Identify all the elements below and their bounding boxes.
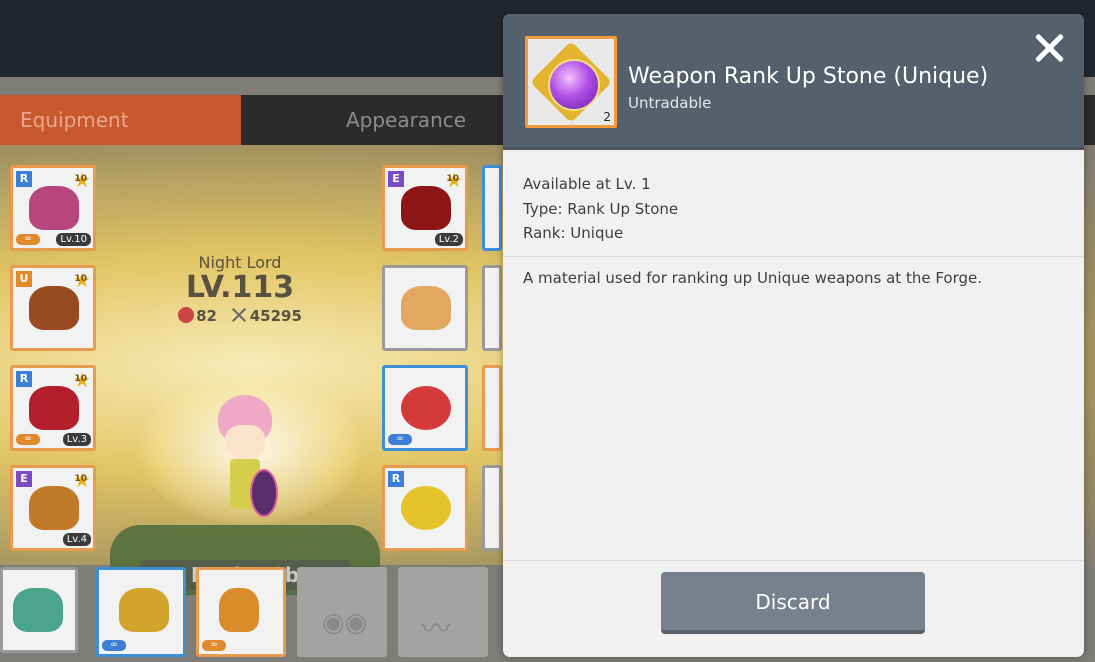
level-badge: Lv.2 (434, 233, 463, 246)
star-count: 10 (74, 274, 87, 284)
star-count: 10 (446, 174, 459, 184)
character-face (225, 425, 265, 459)
emblem-icon (119, 588, 169, 632)
equip-slot-pendant[interactable] (382, 265, 468, 351)
star-count: 10 (74, 374, 87, 384)
red-hood-icon (29, 386, 79, 430)
equip-slot-ring[interactable]: R (382, 465, 468, 551)
character-stats: 82 45295 (150, 307, 330, 325)
mustache-icon: 〰 (421, 612, 451, 647)
tab-equipment[interactable]: Equipment (0, 95, 241, 145)
bottom-slot-pet[interactable] (0, 567, 78, 653)
rank-badge: U (16, 271, 32, 287)
infinity-badge: ∞ (16, 434, 40, 445)
close-icon[interactable] (1029, 28, 1069, 68)
character-info: Night Lord LV.113 82 45295 (150, 253, 330, 325)
rank-badge: E (16, 471, 32, 487)
item-rank: Rank: Unique (523, 224, 624, 242)
glasses-icon: ◉◉ (322, 608, 368, 638)
earring-icon (401, 386, 451, 430)
equip-slot-partial-2[interactable] (482, 265, 502, 351)
cape-icon (401, 186, 451, 230)
divider (503, 256, 1084, 257)
equip-slot-partial-1[interactable] (482, 165, 502, 251)
equip-slot-cape[interactable]: E ★ 10 Lv.2 (382, 165, 468, 251)
available-level: Available at Lv. 1 (523, 175, 651, 193)
medal-icon (219, 588, 259, 632)
item-properties: Available at Lv. 1 Type: Rank Up Stone R… (523, 172, 678, 246)
equip-slot-partial-4[interactable] (482, 465, 502, 551)
equip-slot-earring[interactable]: ∞ (382, 365, 468, 451)
bandana-icon (29, 186, 79, 230)
discard-button[interactable]: Discard (661, 572, 925, 634)
item-detail-modal: 2 Weapon Rank Up Stone (Unique) Untradab… (503, 14, 1084, 657)
modal-header: 2 Weapon Rank Up Stone (Unique) Untradab… (503, 14, 1084, 150)
infinity-badge: ∞ (202, 640, 226, 651)
pet-icon (13, 588, 63, 632)
item-type: Type: Rank Up Stone (523, 199, 679, 218)
character-level: LV.113 (185, 270, 295, 305)
divider (503, 560, 1084, 561)
equip-slot-face[interactable]: U ★ 10 (10, 265, 96, 351)
equip-slot-shoulder[interactable]: E ★ 10 Lv.4 (10, 465, 96, 551)
purple-gem-icon (548, 59, 600, 111)
item-description: A material used for ranking up Unique we… (523, 269, 983, 287)
bottom-slot-glasses[interactable]: ◉◉ (297, 567, 387, 657)
rank-badge: E (388, 171, 404, 187)
stat-value-2: 45295 (249, 307, 302, 325)
star-medal-icon (178, 307, 195, 323)
character-shield (250, 469, 278, 517)
item-tradability: Untradable (628, 94, 712, 112)
equip-slot-hat[interactable]: R ★ 10 ∞ Lv.10 (10, 165, 96, 251)
infinity-badge: ∞ (388, 434, 412, 445)
infinity-badge: ∞ (16, 234, 40, 245)
equip-slot-eye[interactable]: R ★ 10 ∞ Lv.3 (10, 365, 96, 451)
infinity-badge: ∞ (102, 640, 126, 651)
shoulder-pad-icon (29, 486, 79, 530)
ring-icon (401, 486, 451, 530)
stat-value-1: 82 (196, 307, 217, 325)
rank-badge: R (16, 171, 32, 187)
pendant-icon (401, 286, 451, 330)
bottom-slot-emblem[interactable]: ∞ (96, 567, 186, 657)
star-count: 10 (74, 174, 87, 184)
level-badge: Lv.3 (62, 433, 91, 446)
rank-badge: R (388, 471, 404, 487)
rank-badge: R (16, 371, 32, 387)
helmet-icon (29, 286, 79, 330)
bottom-slot-medal[interactable]: ∞ (196, 567, 286, 657)
equip-slot-partial-3[interactable] (482, 365, 502, 451)
character-avatar[interactable] (210, 395, 280, 535)
bottom-slot-mustache[interactable]: 〰 (398, 567, 488, 657)
level-badge: Lv.10 (56, 233, 91, 246)
item-count: 2 (603, 110, 611, 124)
level-badge: Lv.4 (62, 533, 91, 546)
item-name: Weapon Rank Up Stone (Unique) (628, 64, 989, 89)
item-icon-frame: 2 (525, 36, 617, 128)
star-count: 10 (74, 474, 87, 484)
crossed-swords-icon (230, 308, 248, 322)
